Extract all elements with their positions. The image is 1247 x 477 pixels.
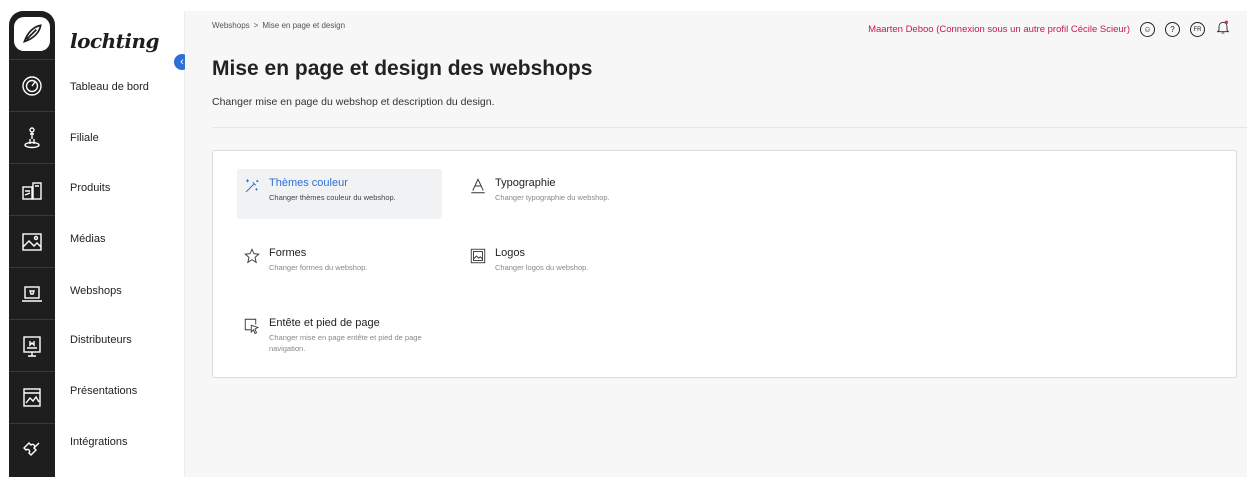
sidebar-item-medias[interactable]: Médias (70, 233, 105, 245)
option-shapes[interactable]: Formes Changer formes du webshop. (237, 239, 442, 289)
sidebar-item-integrations[interactable]: Intégrations (70, 436, 127, 448)
option-typography[interactable]: Typographie Changer typographie du websh… (463, 169, 668, 219)
impersonation-user-link[interactable]: Maarten Deboo (Connexion sous un autre p… (868, 24, 1130, 35)
image-frame-icon (469, 247, 489, 289)
help-icon[interactable]: ? (1165, 22, 1180, 37)
sidebar-item-webshops[interactable]: Webshops (70, 285, 122, 297)
user-profile-icon[interactable]: ☺ (1140, 22, 1155, 37)
page-title: Mise en page et design des webshops (212, 57, 593, 80)
breadcrumb-parent[interactable]: Webshops (212, 21, 250, 30)
gauge-icon[interactable] (9, 59, 55, 111)
header-divider (212, 127, 1247, 128)
breadcrumb-current: Mise en page et design (262, 21, 346, 30)
option-description: Changer mise en page entête et pied de p… (269, 333, 422, 354)
option-header-footer[interactable]: Entête et pied de page Changer mise en p… (237, 309, 442, 367)
notification-bell-icon[interactable] (1215, 19, 1231, 40)
option-logos[interactable]: Logos Changer logos du webshop. (463, 239, 668, 289)
option-title: Typographie (495, 177, 556, 189)
sidebar-item-tableau-de-bord[interactable]: Tableau de bord (70, 81, 149, 93)
puzzle-icon[interactable] (9, 423, 55, 475)
sidebar-item-presentations[interactable]: Présentations (70, 385, 137, 397)
option-description: Changer formes du webshop. (269, 263, 368, 272)
breadcrumb-separator: > (253, 21, 259, 30)
icon-rail (9, 11, 55, 477)
app-logo-icon[interactable] (14, 17, 50, 51)
main-content: Webshops > Mise en page et design Maarten … (185, 11, 1247, 477)
brand-logo: lochting (70, 29, 160, 53)
star-icon (243, 247, 263, 289)
option-description: Changer logos du webshop. (495, 263, 589, 272)
map-pin-icon[interactable] (9, 111, 55, 163)
sidebar-item-produits[interactable]: Produits (70, 182, 110, 194)
breadcrumb: Webshops > Mise en page et design (212, 21, 345, 30)
presentation-icon[interactable] (9, 371, 55, 423)
option-title: Formes (269, 247, 307, 259)
sidebar-item-distributeurs[interactable]: Distributeurs (70, 334, 132, 346)
option-title: Thèmes couleur (269, 177, 348, 189)
design-options-card: Thèmes couleur Changer thèmes couleur du… (212, 150, 1237, 378)
topbar: Maarten Deboo (Connexion sous un autre p… (868, 19, 1231, 40)
app-root: lochting Tableau de bord Filiale Produit… (0, 0, 1247, 477)
magic-wand-icon (243, 177, 263, 219)
typography-icon (469, 177, 489, 219)
laptop-cart-icon[interactable] (9, 267, 55, 319)
products-icon[interactable] (9, 163, 55, 215)
cursor-frame-icon (243, 317, 263, 367)
page-description: Changer mise en page du webshop et descr… (212, 96, 495, 108)
sidebar: lochting Tableau de bord Filiale Produit… (55, 11, 185, 477)
option-title: Entête et pied de page (269, 317, 380, 329)
option-description: Changer thèmes couleur du webshop. (269, 193, 396, 202)
option-title: Logos (495, 247, 525, 259)
option-description: Changer typographie du webshop. (495, 193, 610, 202)
sidebar-item-filiale[interactable]: Filiale (70, 132, 99, 144)
dispenser-icon[interactable] (9, 319, 55, 371)
image-icon[interactable] (9, 215, 55, 267)
language-switch[interactable]: FR (1190, 22, 1205, 37)
option-color-themes[interactable]: Thèmes couleur Changer thèmes couleur du… (237, 169, 442, 219)
